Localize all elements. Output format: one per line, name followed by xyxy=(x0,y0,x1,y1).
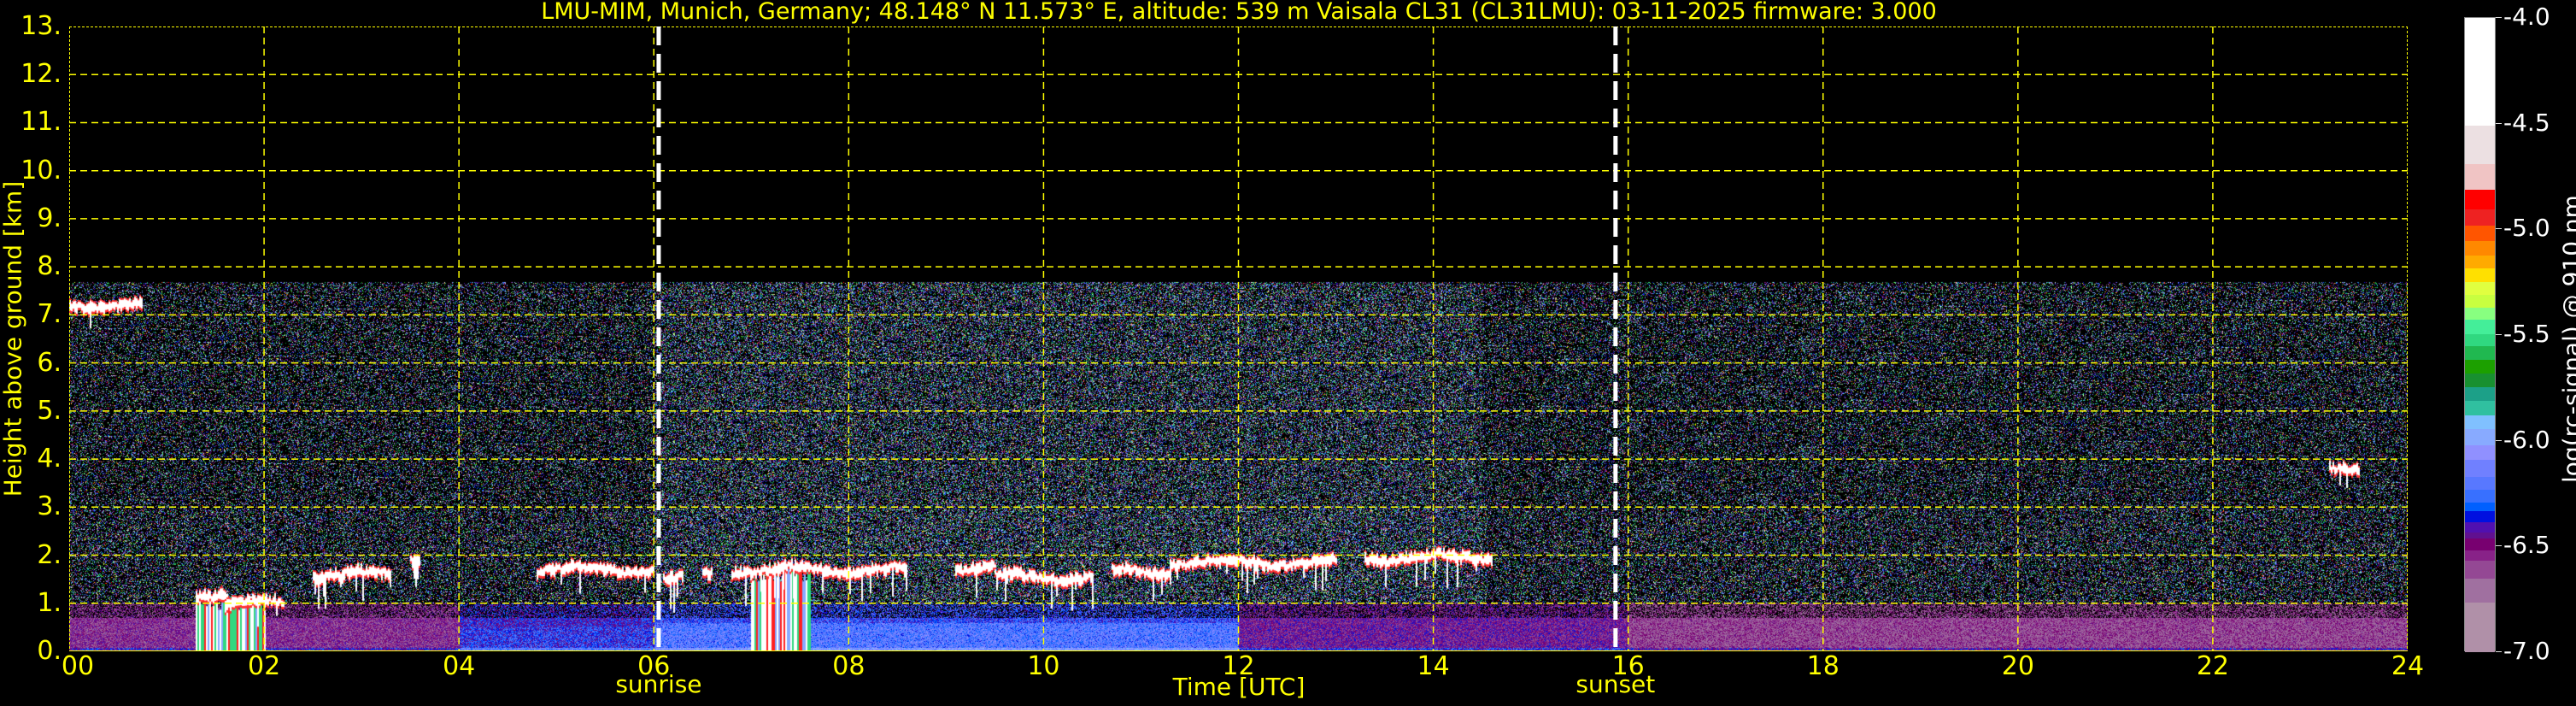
colorbar-band xyxy=(2465,373,2495,388)
colorbar-band xyxy=(2465,18,2495,126)
colorbar-tick-label: -6.5 xyxy=(2503,531,2550,560)
colorbar-band xyxy=(2465,428,2495,446)
colorbar-tick-label: -4.5 xyxy=(2503,108,2550,137)
colorbar-band xyxy=(2465,126,2495,165)
grid-overlay xyxy=(69,26,2408,651)
y-tick-label: 2. xyxy=(37,539,62,570)
y-tick-label: 7. xyxy=(37,299,62,330)
colorbar-band xyxy=(2465,502,2495,512)
colorbar-tick-mark xyxy=(2496,122,2502,124)
colorbar-band xyxy=(2465,386,2495,402)
y-tick-label: 11. xyxy=(21,107,62,138)
y-tick-label: 10. xyxy=(21,155,62,185)
y-tick-label: 6. xyxy=(37,347,62,378)
colorbar-band xyxy=(2465,345,2495,361)
x-tick-label: 00 xyxy=(61,651,95,681)
colorbar-band xyxy=(2465,164,2495,191)
colorbar-band xyxy=(2465,225,2495,242)
chart-title: LMU-MIM, Munich, Germany; 48.148° N 11.5… xyxy=(541,0,1937,25)
colorbar-tick-label: -7.0 xyxy=(2503,637,2550,665)
colorbar-band xyxy=(2465,360,2495,374)
colorbar xyxy=(2464,17,2496,653)
colorbar-band xyxy=(2465,281,2495,295)
x-tick-label: 20 xyxy=(2001,651,2034,681)
y-tick-label: 8. xyxy=(37,251,62,282)
colorbar-tick-label: -6.0 xyxy=(2503,425,2550,454)
colorbar-band xyxy=(2465,459,2495,478)
plot-area xyxy=(69,26,2408,651)
colorbar-band xyxy=(2465,308,2495,321)
x-tick-label: 04 xyxy=(443,651,476,681)
colorbar-band xyxy=(2465,511,2495,523)
colorbar-band xyxy=(2465,268,2495,283)
colorbar-band xyxy=(2465,333,2495,347)
colorbar-band xyxy=(2465,400,2495,416)
x-tick-label: 08 xyxy=(832,651,866,681)
colorbar-band xyxy=(2465,489,2495,503)
y-tick-label: 13. xyxy=(21,11,62,41)
colorbar-band xyxy=(2465,477,2495,491)
colorbar-band xyxy=(2465,538,2495,551)
colorbar-tick-mark xyxy=(2496,17,2502,18)
colorbar-tick-mark xyxy=(2496,439,2502,441)
colorbar-band xyxy=(2465,550,2495,562)
colorbar-band xyxy=(2465,560,2495,580)
colorbar-tick-mark xyxy=(2496,334,2502,335)
colorbar-tick-label: -4.0 xyxy=(2503,3,2550,31)
colorbar-tick-label: -5.0 xyxy=(2503,214,2550,243)
y-tick-label: 5. xyxy=(37,395,62,426)
x-tick-label: 22 xyxy=(2196,651,2229,681)
colorbar-band xyxy=(2465,522,2495,532)
colorbar-band xyxy=(2465,415,2495,430)
sunset-label: sunset xyxy=(1576,670,1656,698)
colorbar-tick-mark xyxy=(2496,651,2502,652)
x-tick-label: 14 xyxy=(1417,651,1450,681)
x-tick-label: 24 xyxy=(2391,651,2425,681)
sunrise-label: sunrise xyxy=(615,670,702,698)
colorbar-band xyxy=(2465,240,2495,256)
colorbar-band xyxy=(2465,256,2495,269)
colorbar-band xyxy=(2465,209,2495,227)
x-tick-label: 10 xyxy=(1027,651,1060,681)
y-tick-label: 9. xyxy=(37,203,62,233)
colorbar-tick-label: -5.5 xyxy=(2503,320,2550,348)
x-tick-label: 12 xyxy=(1222,651,1255,681)
colorbar-tick-mark xyxy=(2496,545,2502,547)
y-tick-label: 1. xyxy=(37,587,62,618)
colorbar-band xyxy=(2465,579,2495,603)
colorbar-label: log(rc-signal) @ 910 nm xyxy=(2557,195,2576,483)
colorbar-band xyxy=(2465,444,2495,461)
x-tick-label: 02 xyxy=(247,651,281,681)
colorbar-band xyxy=(2465,319,2495,334)
y-tick-label: 12. xyxy=(21,59,62,90)
y-tick-label: 4. xyxy=(37,444,62,474)
y-tick-label: 3. xyxy=(37,491,62,522)
colorbar-band xyxy=(2465,294,2495,309)
x-tick-label: 18 xyxy=(1806,651,1840,681)
colorbar-band xyxy=(2465,189,2495,210)
colorbar-band xyxy=(2465,602,2495,653)
colorbar-tick-mark xyxy=(2496,228,2502,230)
